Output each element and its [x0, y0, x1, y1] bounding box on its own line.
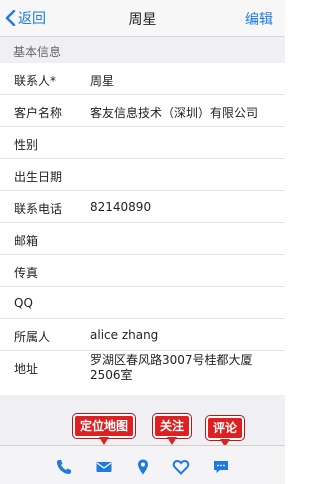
field-label: 传真 — [14, 266, 39, 280]
field-row-fax[interactable]: 传真 — [0, 255, 285, 287]
field-label: 性别 — [14, 138, 39, 152]
field-row-email[interactable]: 邮箱 — [0, 223, 285, 255]
field-value: alice zhang — [90, 328, 159, 342]
field-label: 邮箱 — [14, 234, 39, 248]
field-value: 周星 — [90, 74, 115, 88]
field-row-gender[interactable]: 性别 — [0, 127, 285, 159]
field-label: 出生日期 — [14, 170, 63, 184]
field-label: 客户名称 — [14, 106, 63, 120]
callout-follow: 关注 — [153, 414, 192, 445]
field-row-address[interactable]: 地址 罗湖区春风路3007号桂都大厦2506室 — [0, 351, 285, 397]
field-label: QQ — [14, 296, 33, 310]
mail-icon[interactable] — [95, 458, 113, 476]
field-list: 联系人* 周星 客户名称 客友信息技术（深圳）有限公司 性别 出生日期 联系电话… — [0, 63, 285, 397]
location-pin-icon[interactable] — [134, 458, 152, 476]
field-row-phone[interactable]: 联系电话 82140890 — [0, 191, 285, 223]
comment-icon[interactable] — [212, 458, 230, 476]
field-label: 所属人 — [14, 330, 51, 344]
nav-bar: 返回 周星 编辑 — [0, 0, 285, 37]
field-value: 客友信息技术（深圳）有限公司 — [90, 106, 259, 120]
field-row-customer[interactable]: 客户名称 客友信息技术（深圳）有限公司 — [0, 95, 285, 127]
section-header: 基本信息 — [0, 37, 285, 64]
edit-button[interactable]: 编辑 — [245, 9, 273, 29]
field-row-qq[interactable]: QQ — [0, 287, 285, 319]
callout-comment: 评论 — [206, 416, 245, 447]
field-row-birthday[interactable]: 出生日期 — [0, 159, 285, 191]
field-label: 联系电话 — [14, 202, 63, 216]
section-title: 基本信息 — [13, 45, 62, 59]
callout-map: 定位地图 — [73, 414, 136, 445]
field-row-owner[interactable]: 所属人 alice zhang — [0, 319, 285, 351]
phone-icon[interactable] — [55, 458, 73, 476]
field-row-contact[interactable]: 联系人* 周星 — [0, 63, 285, 95]
field-value: 罗湖区春风路3007号桂都大厦2506室 — [90, 353, 253, 382]
heart-icon[interactable] — [172, 458, 190, 476]
page-title: 周星 — [128, 12, 157, 28]
field-label: 地址 — [14, 362, 39, 376]
field-value: 82140890 — [90, 200, 152, 214]
bottom-toolbar — [0, 445, 285, 484]
field-label: 联系人* — [14, 74, 57, 88]
